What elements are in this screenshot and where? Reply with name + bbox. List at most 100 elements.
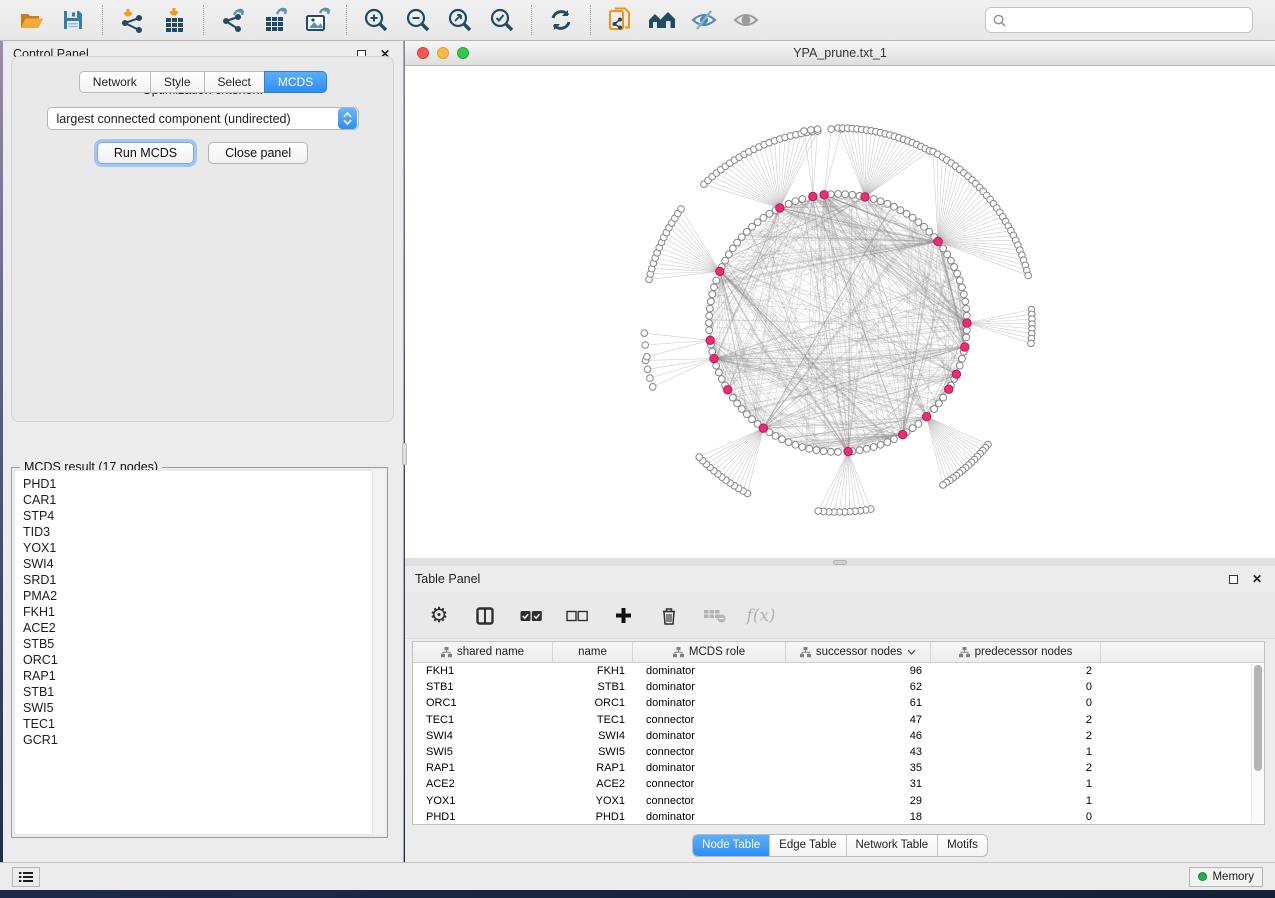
cell-predecessor-nodes[interactable]: 0	[931, 681, 1101, 693]
column-header-MCDS-role[interactable]: MCDS role	[633, 642, 786, 662]
table-scrollbar[interactable]	[1251, 664, 1264, 823]
show-selected-button[interactable]	[729, 4, 763, 36]
tab-edge-table[interactable]: Edge Table	[769, 835, 845, 856]
cell-name[interactable]: PHD1	[553, 811, 633, 823]
mcds-hub-node[interactable]	[710, 354, 718, 362]
leaf-node[interactable]	[808, 127, 815, 134]
show-all-networks-button[interactable]	[645, 4, 679, 36]
leaf-node[interactable]	[814, 126, 821, 133]
mcds-node-item[interactable]: TID3	[15, 524, 384, 540]
cell-predecessor-nodes[interactable]: 2	[931, 714, 1101, 726]
column-header-successor-nodes[interactable]: successor nodes	[786, 642, 931, 662]
cell-predecessor-nodes[interactable]: 2	[931, 762, 1101, 774]
open-session-button[interactable]	[14, 4, 48, 36]
table-row[interactable]: ORC1ORC1dominator610	[413, 695, 1264, 711]
ring-node[interactable]	[897, 207, 904, 214]
mcds-hub-node[interactable]	[809, 192, 817, 200]
ring-node[interactable]	[715, 369, 722, 376]
tab-network-table[interactable]: Network Table	[846, 835, 938, 856]
leaf-node[interactable]	[940, 482, 947, 489]
ring-node[interactable]	[799, 196, 806, 203]
leaf-node[interactable]	[641, 330, 648, 337]
mcds-hub-node[interactable]	[952, 370, 960, 378]
ring-node[interactable]	[849, 191, 856, 198]
ring-node[interactable]	[785, 439, 792, 446]
ring-node[interactable]	[766, 210, 773, 217]
table-row[interactable]: FKH1FKH1dominator962	[413, 663, 1264, 679]
ring-node[interactable]	[884, 200, 891, 207]
leaf-node[interactable]	[678, 206, 685, 213]
mcds-hub-node[interactable]	[724, 386, 732, 394]
mcds-hub-node[interactable]	[861, 193, 869, 201]
ring-node[interactable]	[960, 291, 967, 298]
cell-name[interactable]: FKH1	[553, 665, 633, 677]
mcds-hub-node[interactable]	[820, 191, 828, 199]
tab-node-table[interactable]: Node Table	[693, 835, 769, 856]
delete-table-button[interactable]	[703, 604, 727, 628]
cell-MCDS-role[interactable]: dominator	[633, 811, 786, 823]
mcds-node-item[interactable]: GCR1	[15, 732, 384, 748]
cell-MCDS-role[interactable]: dominator	[633, 681, 786, 693]
delete-column-button[interactable]	[657, 604, 681, 628]
cell-MCDS-role[interactable]: dominator	[633, 762, 786, 774]
ring-node[interactable]	[909, 214, 916, 221]
mcds-node-item[interactable]: RAP1	[15, 668, 384, 684]
cell-predecessor-nodes[interactable]: 1	[931, 795, 1101, 807]
mcds-node-item[interactable]: SWI4	[15, 556, 384, 572]
mcds-node-item[interactable]: STP4	[15, 508, 384, 524]
table-row[interactable]: STB1STB1dominator620	[413, 679, 1264, 695]
cell-shared-name[interactable]: FKH1	[413, 665, 553, 677]
network-view[interactable]	[405, 66, 1275, 558]
cell-MCDS-role[interactable]: dominator	[633, 697, 786, 709]
ring-node[interactable]	[931, 406, 938, 413]
cell-predecessor-nodes[interactable]: 0	[931, 811, 1101, 823]
cell-MCDS-role[interactable]: connector	[633, 778, 786, 790]
mcds-node-item[interactable]: SWI5	[15, 700, 384, 716]
ring-node[interactable]	[706, 305, 713, 312]
ring-node[interactable]	[951, 264, 958, 271]
export-image-button[interactable]	[300, 4, 334, 36]
zoom-out-button[interactable]	[401, 4, 435, 36]
apply-function-button[interactable]: f(x)	[749, 604, 773, 628]
mcds-node-item[interactable]: PMA2	[15, 588, 384, 604]
ring-node[interactable]	[738, 406, 745, 413]
ring-node[interactable]	[754, 219, 761, 226]
ring-node[interactable]	[963, 334, 970, 341]
mcds-hub-node[interactable]	[844, 447, 852, 455]
cell-predecessor-nodes[interactable]: 2	[931, 730, 1101, 742]
cell-shared-name[interactable]: STB1	[413, 681, 553, 693]
mcds-hub-node[interactable]	[776, 204, 784, 212]
share-document-button[interactable]	[603, 4, 637, 36]
search-field[interactable]	[985, 7, 1253, 33]
search-input[interactable]	[1011, 13, 1245, 27]
leaf-node[interactable]	[649, 384, 656, 391]
cell-successor-nodes[interactable]: 31	[786, 778, 931, 790]
import-table-button[interactable]	[157, 4, 191, 36]
ring-node[interactable]	[956, 362, 963, 369]
cell-successor-nodes[interactable]: 43	[786, 746, 931, 758]
ring-node[interactable]	[835, 191, 842, 198]
export-table-button[interactable]	[258, 4, 292, 36]
ring-node[interactable]	[729, 245, 736, 252]
cell-successor-nodes[interactable]: 47	[786, 714, 931, 726]
table-row[interactable]: SWI4SWI4dominator462	[413, 728, 1264, 744]
cell-successor-nodes[interactable]: 61	[786, 697, 931, 709]
cell-name[interactable]: YOX1	[553, 795, 633, 807]
save-session-button[interactable]	[56, 4, 90, 36]
ring-node[interactable]	[706, 320, 713, 327]
ring-node[interactable]	[718, 376, 725, 383]
import-network-button[interactable]	[115, 4, 149, 36]
mcds-hub-node[interactable]	[945, 385, 953, 393]
ring-node[interactable]	[813, 447, 820, 454]
ring-node[interactable]	[842, 191, 849, 198]
ring-node[interactable]	[806, 445, 813, 452]
ring-node[interactable]	[915, 219, 922, 226]
tab-mcds[interactable]: MCDS	[264, 71, 327, 93]
ring-node[interactable]	[713, 277, 720, 284]
tab-network[interactable]: Network	[79, 71, 151, 93]
cell-successor-nodes[interactable]: 35	[786, 762, 931, 774]
ring-node[interactable]	[948, 257, 955, 264]
mcds-node-item[interactable]: SRD1	[15, 572, 384, 588]
ring-node[interactable]	[779, 436, 786, 443]
cell-MCDS-role[interactable]: connector	[633, 714, 786, 726]
